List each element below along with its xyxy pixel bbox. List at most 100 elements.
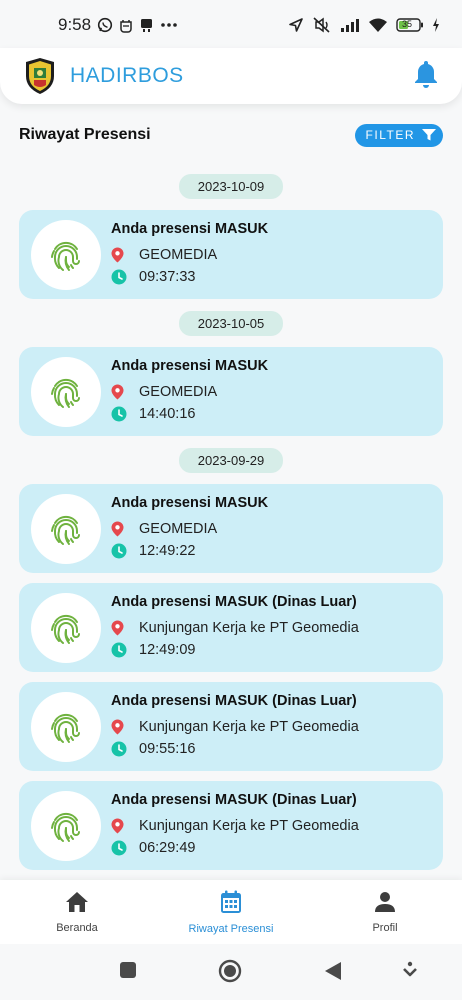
location-pin-icon xyxy=(111,384,139,400)
location-pin-icon xyxy=(111,521,139,537)
bottom-nav: Beranda Riwayat Presensi Profil xyxy=(0,880,462,944)
time-row: 06:29:49 xyxy=(111,837,359,859)
nav-item-riwayat-presensi[interactable]: Riwayat Presensi xyxy=(154,880,308,944)
time-row: 14:40:16 xyxy=(111,403,268,425)
filter-button[interactable]: FILTER xyxy=(354,123,443,147)
more-dots-icon xyxy=(160,22,178,28)
nav-label-beranda: Beranda xyxy=(56,921,98,934)
time-row: 12:49:22 xyxy=(111,540,268,562)
presence-location: Kunjungan Kerja ke PT Geomedia xyxy=(139,620,359,636)
presence-history-list: 2023-10-09 Anda presensi MASUK GEOMEDIA 09:… xyxy=(19,174,443,882)
presence-card[interactable]: Anda presensi MASUK GEOMEDIA 09:37:33 xyxy=(19,210,443,299)
bell-icon[interactable] xyxy=(412,59,440,94)
section-header: Riwayat Presensi FILTER xyxy=(19,122,443,148)
date-chip: 2023-10-05 xyxy=(178,311,284,336)
time-row: 09:37:33 xyxy=(111,266,268,288)
location-arrow-icon xyxy=(288,17,304,33)
charging-icon xyxy=(432,18,440,32)
presence-title: Anda presensi MASUK (Dinas Luar) xyxy=(111,792,357,808)
clock-icon xyxy=(111,406,139,422)
back-button[interactable] xyxy=(324,961,342,981)
system-nav-bar xyxy=(0,944,462,1000)
presence-title: Anda presensi MASUK xyxy=(111,358,269,374)
home-button[interactable] xyxy=(218,959,242,983)
fingerprint-icon xyxy=(46,707,86,747)
presence-location: GEOMEDIA xyxy=(139,384,218,400)
clock-icon xyxy=(111,642,139,658)
card-body: Anda presensi MASUK (Dinas Luar) Kunjunga… xyxy=(111,792,359,859)
presence-card[interactable]: Anda presensi MASUK GEOMEDIA 14:40:16 xyxy=(19,347,443,436)
mute-icon xyxy=(312,16,332,34)
clock-icon xyxy=(111,840,139,856)
fingerprint-avatar xyxy=(31,592,101,663)
location-pin-icon xyxy=(111,620,139,636)
date-separator: 2023-09-29 xyxy=(19,448,443,473)
status-right: 35 xyxy=(288,16,440,34)
nav-label-profil: Profil xyxy=(372,921,398,934)
assistant-button[interactable] xyxy=(402,961,418,979)
nav-item-profil[interactable]: Profil xyxy=(308,880,462,944)
calendar-icon xyxy=(220,890,242,917)
presence-card[interactable]: Anda presensi MASUK (Dinas Luar) Kunjunga… xyxy=(19,682,443,771)
crest-logo xyxy=(22,56,58,96)
card-body: Anda presensi MASUK (Dinas Luar) Kunjunga… xyxy=(111,693,359,760)
fingerprint-avatar xyxy=(31,691,101,762)
wifi-icon xyxy=(368,17,388,33)
fingerprint-icon xyxy=(46,509,86,549)
signal-icon xyxy=(340,18,360,32)
date-separator: 2023-10-09 xyxy=(19,174,443,199)
clock-icon xyxy=(111,741,139,757)
battery-level: 35 xyxy=(402,19,413,29)
time-row: 09:55:16 xyxy=(111,738,359,760)
clock-icon xyxy=(111,269,139,285)
fingerprint-icon xyxy=(46,608,86,648)
location-row: Kunjungan Kerja ke PT Geomedia xyxy=(111,617,359,639)
presence-card[interactable]: Anda presensi MASUK GEOMEDIA 12:49:22 xyxy=(19,484,443,573)
fingerprint-avatar xyxy=(31,493,101,564)
presence-title: Anda presensi MASUK xyxy=(111,221,269,237)
person-icon xyxy=(374,891,396,916)
presence-time: 14:40:16 xyxy=(139,406,196,422)
recents-button[interactable] xyxy=(119,961,137,979)
robot-icon xyxy=(139,17,154,33)
fingerprint-icon xyxy=(46,806,86,846)
fingerprint-icon xyxy=(46,235,86,275)
card-body: Anda presensi MASUK GEOMEDIA 09:37:33 xyxy=(111,221,268,288)
location-row: Kunjungan Kerja ke PT Geomedia xyxy=(111,716,359,738)
presence-location: Kunjungan Kerja ke PT Geomedia xyxy=(139,818,359,834)
location-pin-icon xyxy=(111,818,139,834)
presence-title: Anda presensi MASUK (Dinas Luar) xyxy=(111,594,357,610)
nav-label-riwayat-presensi: Riwayat Presensi xyxy=(188,922,274,935)
app-title: HADIRBOS xyxy=(70,64,184,87)
status-left: 9:58 xyxy=(58,15,178,35)
location-pin-icon xyxy=(111,719,139,735)
filter-icon xyxy=(421,128,437,142)
presence-location: Kunjungan Kerja ke PT Geomedia xyxy=(139,719,359,735)
presence-location: GEOMEDIA xyxy=(139,247,218,263)
presence-title: Anda presensi MASUK xyxy=(111,495,269,511)
time-row: 12:49:09 xyxy=(111,639,359,661)
card-body: Anda presensi MASUK (Dinas Luar) Kunjunga… xyxy=(111,594,359,661)
app-icon xyxy=(119,17,133,33)
location-row: GEOMEDIA xyxy=(111,381,268,403)
home-icon xyxy=(65,891,89,916)
app-bar: HADIRBOS xyxy=(0,48,462,104)
status-time: 9:58 xyxy=(58,15,92,34)
whatsapp-icon xyxy=(97,17,113,33)
presence-card[interactable]: Anda presensi MASUK (Dinas Luar) Kunjunga… xyxy=(19,583,443,672)
presence-time: 12:49:09 xyxy=(139,642,196,658)
location-row: GEOMEDIA xyxy=(111,518,268,540)
nav-item-beranda[interactable]: Beranda xyxy=(0,880,154,944)
presence-card[interactable]: Anda presensi MASUK (Dinas Luar) Kunjunga… xyxy=(19,781,443,870)
clock-icon xyxy=(111,543,139,559)
presence-time: 12:49:22 xyxy=(139,543,196,559)
status-bar: 9:58 35 xyxy=(0,0,462,50)
fingerprint-avatar xyxy=(31,790,101,861)
battery-icon: 35 xyxy=(396,18,424,32)
date-separator: 2023-10-05 xyxy=(19,311,443,336)
presence-location: GEOMEDIA xyxy=(139,521,218,537)
fingerprint-avatar xyxy=(31,219,101,290)
presence-time: 09:37:33 xyxy=(139,269,196,285)
presence-time: 09:55:16 xyxy=(139,741,196,757)
card-body: Anda presensi MASUK GEOMEDIA 14:40:16 xyxy=(111,358,268,425)
